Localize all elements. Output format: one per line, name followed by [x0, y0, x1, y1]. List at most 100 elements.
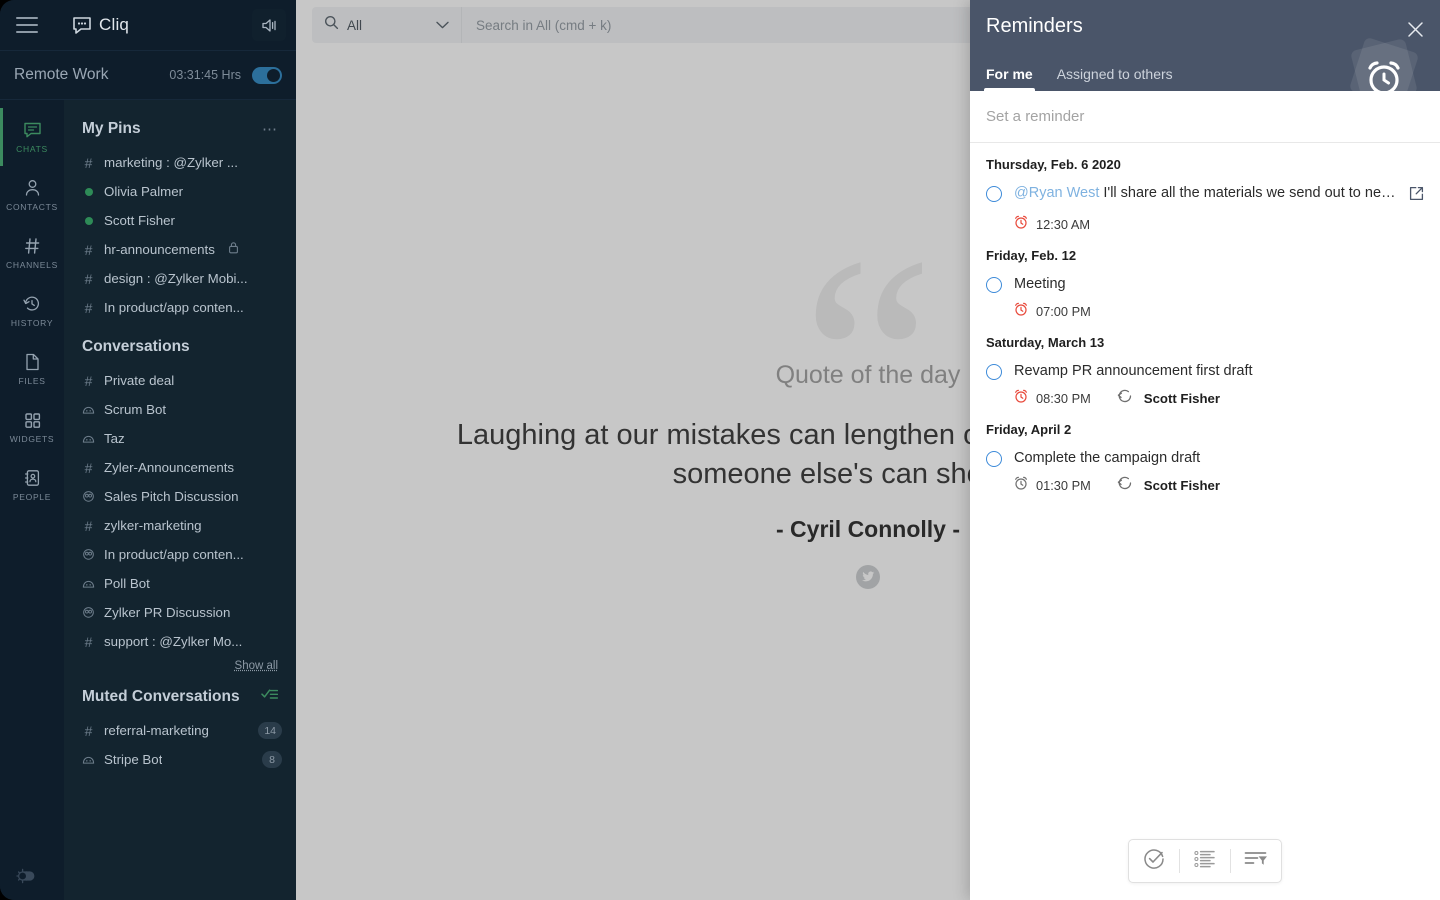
reminders-list: Thursday, Feb. 6 2020 @Ryan West I'll sh… — [970, 143, 1440, 822]
chat-list-item[interactable]: In product/app conten... — [64, 540, 296, 569]
alarm-clock-icon — [1014, 389, 1028, 408]
set-reminder-input[interactable] — [986, 108, 1424, 125]
list-view-button[interactable] — [1180, 839, 1230, 883]
reminder-item[interactable]: @Ryan West I'll share all the materials … — [986, 184, 1424, 234]
chat-list: My Pins ⋯ # marketing : @Zylker ... Oliv… — [64, 100, 296, 900]
rail-item-people[interactable]: PEOPLE — [0, 456, 64, 514]
chat-name: Taz — [104, 431, 125, 446]
reminder-item[interactable]: Meeting 07:00 PM — [986, 275, 1424, 321]
external-link-icon[interactable] — [1409, 186, 1424, 206]
chat-list-item[interactable]: # zylker-marketing — [64, 511, 296, 540]
chat-list-item[interactable]: # marketing : @Zylker ... — [64, 148, 296, 177]
chat-list-item[interactable]: # In product/app conten... — [64, 293, 296, 322]
reminder-complete-checkbox[interactable] — [986, 186, 1002, 202]
assigned-arrow-icon — [1117, 389, 1132, 408]
shell-body: CHATS CONTACTS CHANNELS — [0, 100, 296, 900]
app-brand: Cliq — [72, 15, 129, 35]
reminder-complete-checkbox[interactable] — [986, 451, 1002, 467]
dark-mode-toggle-icon[interactable] — [14, 866, 46, 886]
chat-name: Scrum Bot — [104, 402, 166, 417]
chat-list-item[interactable]: Scott Fisher — [64, 206, 296, 235]
rail-label: CHATS — [16, 144, 48, 154]
completed-reminders-button[interactable] — [1129, 839, 1179, 883]
reminder-item[interactable]: Revamp PR announcement first draft 08:30… — [986, 362, 1424, 408]
nav-rail: CHATS CONTACTS CHANNELS — [0, 100, 64, 900]
alarm-clock-icon — [1014, 302, 1028, 321]
group-icon — [82, 548, 95, 561]
grid-squares-icon — [24, 411, 41, 430]
mark-all-read-icon[interactable] — [261, 688, 278, 706]
chat-list-item[interactable]: # support : @Zylker Mo... — [64, 627, 296, 656]
rail-item-channels[interactable]: CHANNELS — [0, 224, 64, 282]
reminder-body: I'll share all the materials we send out… — [1103, 185, 1397, 201]
ellipsis-icon[interactable]: ⋯ — [262, 120, 278, 138]
alarm-clock-icon — [1014, 476, 1028, 495]
tab-assigned-to-others[interactable]: Assigned to others — [1057, 66, 1173, 91]
chat-list-item[interactable]: # hr-announcements — [64, 235, 296, 264]
speaker-volume-icon[interactable] — [252, 9, 286, 41]
status-timer: 03:31:45 Hrs — [169, 68, 241, 82]
app-shell: Cliq Remote Work 03:31:45 Hrs — [0, 0, 296, 900]
app-titlebar: Cliq — [0, 0, 296, 50]
show-all-link[interactable]: Show all — [64, 656, 296, 674]
section-title: Muted Conversations — [82, 688, 240, 706]
chat-list-item[interactable]: # Zyler-Announcements — [64, 453, 296, 482]
reminder-complete-checkbox[interactable] — [986, 277, 1002, 293]
alarm-clock-icon — [1342, 34, 1426, 91]
hash-icon — [24, 237, 41, 256]
reminder-date-header: Friday, Feb. 12 — [986, 248, 1424, 263]
group-icon — [82, 490, 95, 503]
chat-name: support : @Zylker Mo... — [104, 634, 242, 649]
hamburger-menu-icon[interactable] — [14, 12, 40, 38]
rail-item-history[interactable]: HISTORY — [0, 282, 64, 340]
status-toggle[interactable] — [252, 67, 282, 84]
rail-item-files[interactable]: FILES — [0, 340, 64, 398]
muted-conversations-header: Muted Conversations — [64, 674, 296, 716]
hash-icon: # — [82, 724, 95, 738]
reminders-panel-header: Reminders For me Assigned to others — [970, 0, 1440, 91]
chat-name: marketing : @Zylker ... — [104, 155, 238, 170]
filter-button[interactable] — [1231, 839, 1281, 883]
reminder-text: Revamp PR announcement first draft — [1014, 362, 1424, 380]
reminder-item[interactable]: Complete the campaign draft 01:30 PM Sco… — [986, 449, 1424, 495]
chat-list-item[interactable]: Zylker PR Discussion — [64, 598, 296, 627]
search-scope-selector[interactable]: All — [312, 7, 462, 43]
my-pins-header: My Pins ⋯ — [64, 112, 296, 148]
close-icon[interactable] — [1404, 18, 1426, 40]
reminder-date-header: Thursday, Feb. 6 2020 — [986, 157, 1424, 172]
chat-list-item[interactable]: Taz — [64, 424, 296, 453]
status-bar: Remote Work 03:31:45 Hrs — [0, 50, 296, 100]
reminder-time: 12:30 AM — [1036, 217, 1090, 232]
assigned-arrow-icon — [1117, 476, 1132, 495]
chat-list-item[interactable]: # referral-marketing 14 — [64, 716, 296, 745]
chat-list-item[interactable]: # Private deal — [64, 366, 296, 395]
mention-link[interactable]: @Ryan West — [1014, 185, 1099, 201]
chat-list-item[interactable]: Olivia Palmer — [64, 177, 296, 206]
reminder-date-header: Friday, April 2 — [986, 422, 1424, 437]
chat-name: Private deal — [104, 373, 174, 388]
chat-name: Zylker PR Discussion — [104, 605, 230, 620]
rail-item-chats[interactable]: CHATS — [0, 108, 64, 166]
unread-badge: 8 — [262, 751, 282, 768]
online-status-icon — [82, 217, 95, 225]
chat-list-item[interactable]: Scrum Bot — [64, 395, 296, 424]
reminder-complete-checkbox[interactable] — [986, 364, 1002, 380]
chat-list-item[interactable]: Stripe Bot 8 — [64, 745, 296, 774]
reminder-date-header: Saturday, March 13 — [986, 335, 1424, 350]
online-status-icon — [82, 188, 95, 196]
twitter-icon[interactable] — [856, 565, 880, 589]
rail-item-contacts[interactable]: CONTACTS — [0, 166, 64, 224]
reminder-time: 07:00 PM — [1036, 304, 1091, 319]
chat-name: zylker-marketing — [104, 518, 202, 533]
rail-label: CONTACTS — [6, 202, 58, 212]
chat-name: Poll Bot — [104, 576, 150, 591]
tab-for-me[interactable]: For me — [986, 66, 1033, 91]
reminder-text: Complete the campaign draft — [1014, 449, 1424, 467]
chat-name: Zyler-Announcements — [104, 460, 234, 475]
chat-list-item[interactable]: Sales Pitch Discussion — [64, 482, 296, 511]
chat-list-item[interactable]: # design : @Zylker Mobi... — [64, 264, 296, 293]
chat-list-item[interactable]: Poll Bot — [64, 569, 296, 598]
reminder-meta: 08:30 PM Scott Fisher — [1014, 389, 1424, 408]
chat-icon — [23, 121, 42, 140]
rail-item-widgets[interactable]: WIDGETS — [0, 398, 64, 456]
